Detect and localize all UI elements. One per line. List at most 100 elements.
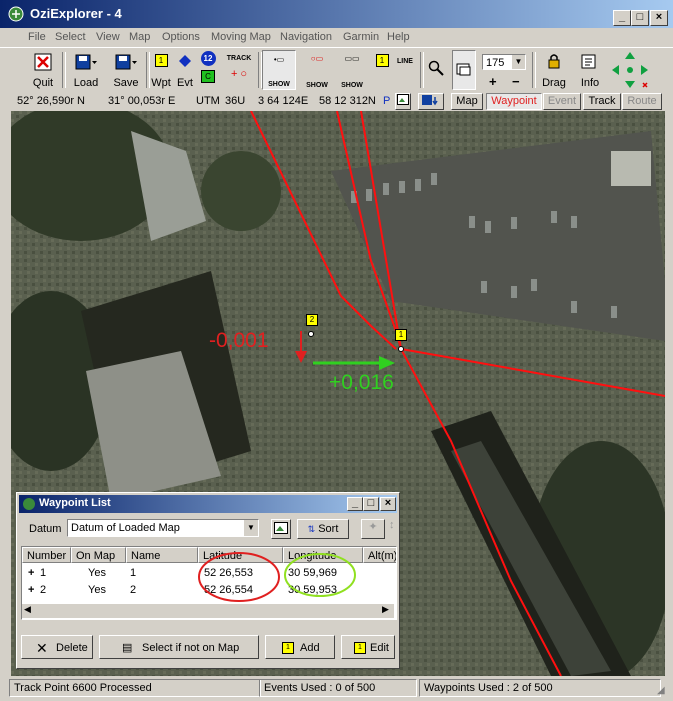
zoom-out-icon[interactable]: − — [512, 74, 520, 89]
resize-grip-icon[interactable]: ◢ — [657, 685, 665, 696]
waypoint-list-dialog: Waypoint List _ □ × Datum Datum of Loade… — [16, 492, 400, 669]
line-button[interactable]: LINE — [394, 50, 416, 90]
latitude-delta-annotation: -0,001 — [209, 329, 269, 352]
status-track: Track Point 6600 Processed — [9, 679, 261, 697]
quit-button[interactable]: Quit — [28, 50, 58, 90]
app-icon — [8, 6, 24, 22]
search-button[interactable] — [426, 50, 446, 90]
quit-icon — [34, 53, 52, 71]
waypoint-table: Number On Map Name Latitude Longitude Al… — [21, 546, 397, 620]
delete-button[interactable]: ✕ Delete — [21, 635, 93, 659]
latitude-readout: 52° 26,590r N — [17, 95, 85, 107]
tab-track[interactable]: Track — [583, 93, 621, 110]
dialog-close-button[interactable]: × — [380, 497, 396, 511]
menu-file[interactable]: File — [28, 31, 46, 43]
status-events: Events Used : 0 of 500 — [259, 679, 417, 697]
add-waypoint-icon: 1 — [282, 642, 294, 654]
tool-button[interactable]: ✦ — [361, 519, 385, 539]
menu-help[interactable]: Help — [387, 31, 410, 43]
zoom-select[interactable]: 175 ▼ — [482, 54, 526, 70]
waypoint-icon: 1 — [154, 54, 168, 67]
load-button[interactable]: Load — [68, 50, 104, 90]
pan-button[interactable] — [610, 50, 650, 90]
more-indicator: ↕ — [389, 519, 395, 531]
zoom-in-icon[interactable]: + — [489, 74, 497, 89]
map-view-icon — [456, 63, 471, 76]
annotation-circles — [198, 552, 356, 602]
datum-label: Datum — [29, 523, 62, 535]
dialog-title-bar: Waypoint List _ □ × — [19, 495, 397, 513]
menu-view[interactable]: View — [96, 31, 120, 43]
add-button[interactable]: 1 Add — [265, 635, 335, 659]
picture-button[interactable] — [395, 93, 411, 110]
event-icon — [179, 55, 191, 67]
show-waypoints-button[interactable]: •▭ SHOW — [262, 50, 296, 90]
maximize-button[interactable]: □ — [631, 10, 649, 26]
tab-event[interactable]: Event — [543, 93, 581, 110]
drag-button[interactable]: Drag — [538, 50, 570, 90]
route-button[interactable]: 12 C — [198, 50, 218, 90]
event-button[interactable]: Evt — [174, 50, 196, 90]
tab-map[interactable]: Map — [451, 93, 483, 110]
right-edge — [665, 111, 673, 676]
edit-button[interactable]: 1 Edit — [341, 635, 395, 659]
load-icon — [75, 54, 97, 70]
track-button[interactable]: TRACK + ○ — [222, 50, 256, 90]
sort-button[interactable]: ⇅ Sort — [297, 519, 349, 539]
events-icon: ○▭ — [310, 54, 324, 63]
show-events-button[interactable]: ○▭ SHOW — [300, 50, 334, 90]
menu-navigation[interactable]: Navigation — [280, 31, 332, 43]
pan-arrows-icon — [612, 52, 648, 88]
easting-readout: 3 64 124E — [258, 95, 309, 107]
toolbar: Quit Load Save 1 Wpt Evt 12 C TRACK + ○ … — [0, 47, 673, 93]
waypoint-list-icon: 1 — [375, 54, 389, 67]
datum-select[interactable]: Datum of Loaded Map ▼ — [67, 519, 259, 537]
save-icon — [115, 54, 137, 70]
title-bar: OziExplorer - 4 _ □ × — [0, 0, 673, 28]
minimize-button[interactable]: _ — [613, 10, 631, 26]
app-icon — [23, 498, 35, 510]
menu-map[interactable]: Map — [129, 31, 150, 43]
chevron-down-icon[interactable]: ▼ — [512, 55, 525, 69]
tab-route[interactable]: Route — [622, 93, 662, 110]
menu-options[interactable]: Options — [162, 31, 200, 43]
close-button[interactable]: × — [650, 10, 668, 26]
dialog-title: Waypoint List — [39, 497, 111, 509]
northing-readout: 58 12 312N — [319, 95, 376, 107]
lock-icon — [548, 54, 560, 69]
info-icon — [581, 54, 596, 69]
chevron-down-icon[interactable]: ▼ — [244, 520, 258, 536]
map-view-button[interactable] — [452, 50, 476, 90]
search-icon — [428, 60, 444, 76]
zoom-control: 175 ▼ + − — [482, 50, 528, 90]
status-waypoints: Waypoints Used : 2 of 500 — [419, 679, 661, 697]
route-number-icon: 12 — [200, 51, 216, 66]
coordinate-bar: 52° 26,590r N 31° 00,053r E UTM 36U 3 64… — [0, 91, 673, 111]
show-track-button[interactable]: ▭▭ SHOW — [338, 50, 366, 90]
dialog-maximize-button[interactable]: □ — [363, 497, 379, 511]
line-label: LINE — [397, 58, 413, 65]
waypoint-button[interactable]: 1 Wpt — [150, 50, 172, 90]
menu-moving-map[interactable]: Moving Map — [211, 31, 271, 43]
info-button[interactable]: Info — [574, 50, 606, 90]
menu-garmin[interactable]: Garmin — [343, 31, 379, 43]
dialog-minimize-button[interactable]: _ — [347, 497, 363, 511]
save-down-icon — [422, 95, 438, 106]
delete-x-icon: ✕ — [36, 640, 48, 656]
waypoint-1-marker[interactable]: 1 — [395, 329, 407, 341]
status-bar: Track Point 6600 Processed Events Used :… — [0, 677, 673, 701]
waypoint-list-button[interactable]: 1 — [372, 50, 392, 90]
waypoint-2-marker[interactable]: 2 — [306, 314, 318, 326]
utm-label: UTM — [196, 95, 220, 107]
menu-select[interactable]: Select — [55, 31, 86, 43]
select-icon: ▤ — [122, 642, 133, 654]
tab-waypoint[interactable]: Waypoint — [486, 93, 542, 110]
longitude-delta-annotation: +0,016 — [329, 371, 394, 394]
save-button[interactable]: Save — [108, 50, 144, 90]
save-position-button[interactable] — [418, 93, 444, 110]
dots-icon: •▭ — [273, 55, 285, 64]
sort-icon: ⇅ — [307, 524, 316, 534]
image-icon — [274, 522, 288, 534]
select-if-not-on-map-button[interactable]: ▤ Select if not on Map — [99, 635, 259, 659]
map-image-button[interactable] — [271, 519, 291, 539]
